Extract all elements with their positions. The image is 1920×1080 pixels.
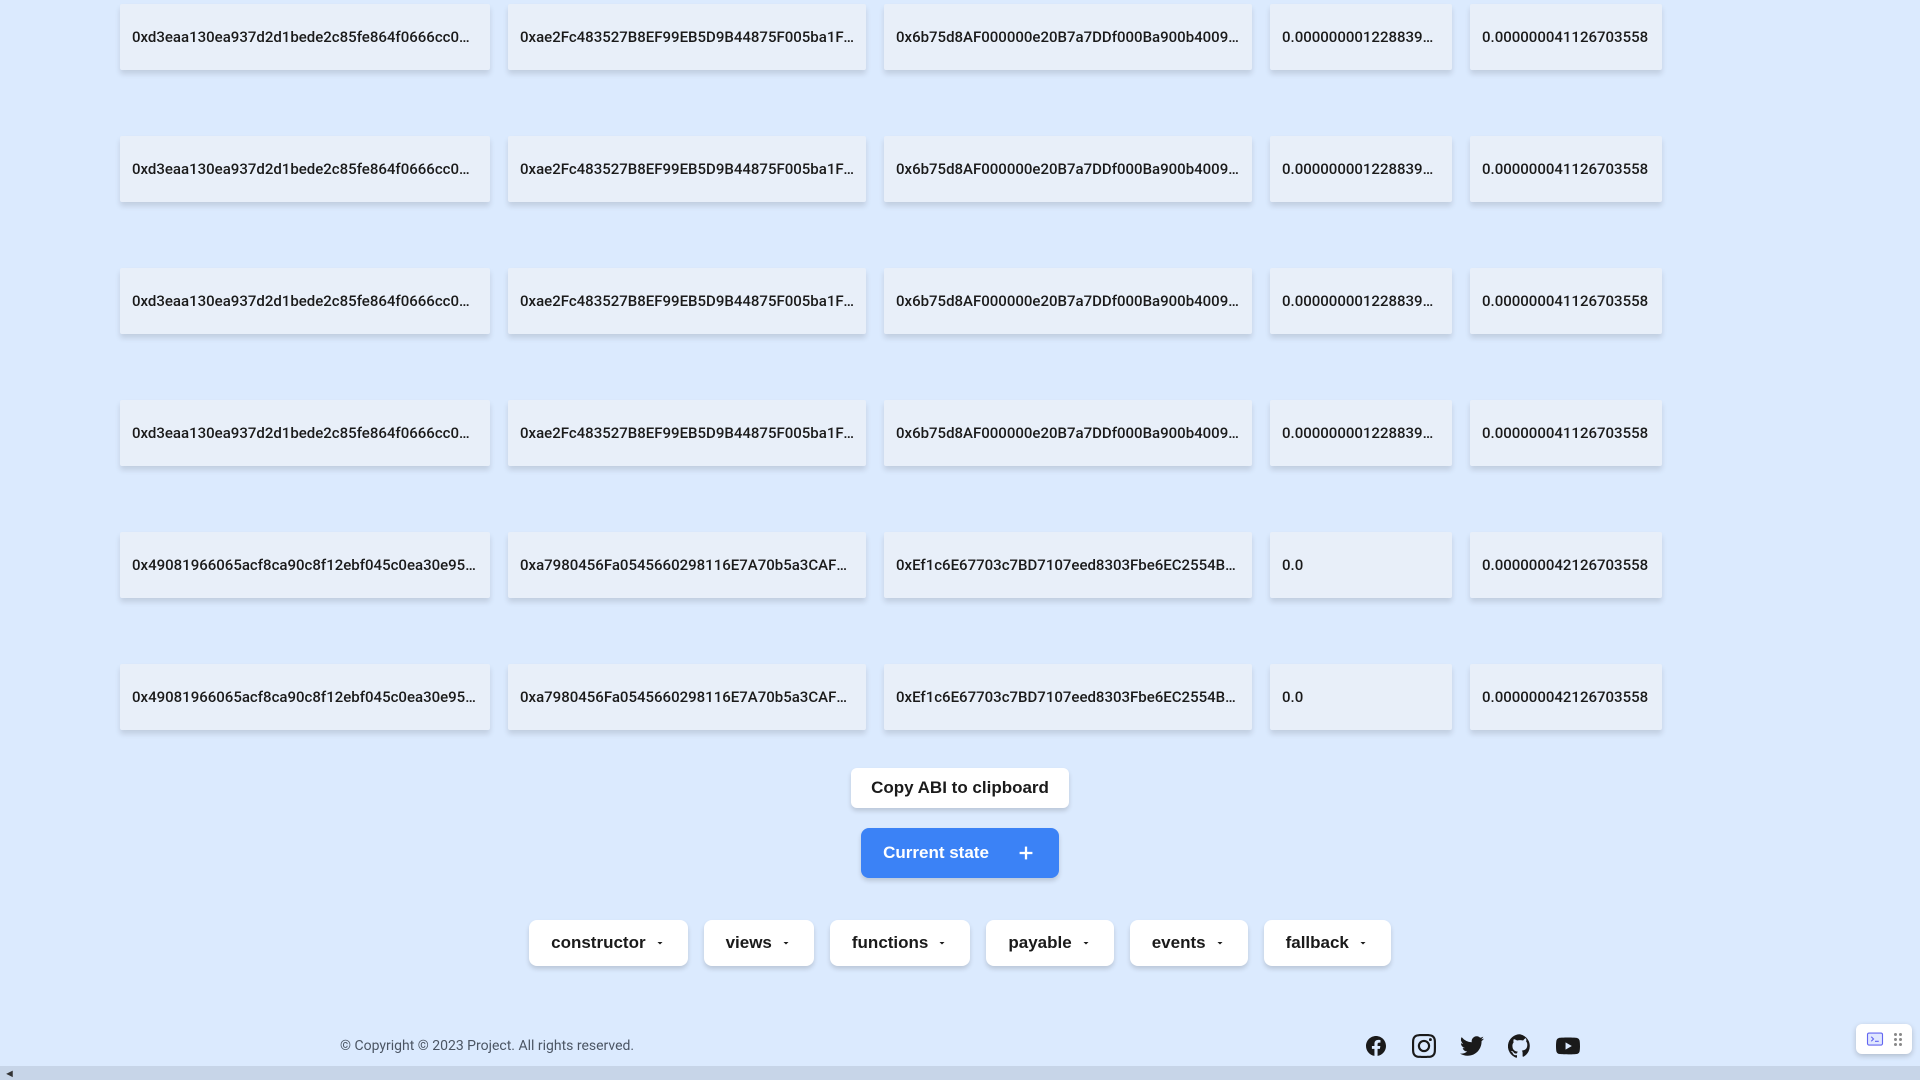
table-row: 0x49081966065acf8ca90c8f12ebf045c0ea30e9… xyxy=(120,664,1800,730)
back-arrow-icon[interactable]: ◄ xyxy=(4,1067,15,1080)
value-cell: 0.000000001228839257 xyxy=(1270,4,1452,70)
dev-toolbar-widget[interactable] xyxy=(1856,1024,1912,1054)
tx-hash-cell[interactable]: 0xd3eaa130ea937d2d1bede2c85fe864f0666cc0… xyxy=(120,400,490,466)
chevron-down-icon xyxy=(654,937,666,949)
drag-handle-icon[interactable] xyxy=(1894,1033,1902,1046)
gas-cell: 0.000000041126703558 xyxy=(1470,400,1662,466)
value-cell: 0.000000001228839257 xyxy=(1270,400,1452,466)
social-icons xyxy=(1364,1034,1580,1058)
category-label: views xyxy=(726,933,772,953)
current-state-button[interactable]: Current state xyxy=(861,828,1059,878)
category-fallback[interactable]: fallback xyxy=(1264,920,1391,966)
tx-hash-cell[interactable]: 0xd3eaa130ea937d2d1bede2c85fe864f0666cc0… xyxy=(120,268,490,334)
from-address-cell[interactable]: 0xae2Fc483527B8EF99EB5D9B44875F005ba1FaE… xyxy=(508,268,866,334)
value-cell: 0.0 xyxy=(1270,664,1452,730)
chevron-down-icon xyxy=(936,937,948,949)
chevron-down-icon xyxy=(1214,937,1226,949)
chevron-down-icon xyxy=(780,937,792,949)
category-events[interactable]: events xyxy=(1130,920,1248,966)
from-address-cell[interactable]: 0xa7980456Fa0545660298116E7A70b5a3CAFBc4… xyxy=(508,532,866,598)
transactions-table: 0xd3eaa130ea937d2d1bede2c85fe864f0666cc0… xyxy=(120,4,1800,730)
to-address-cell[interactable]: 0x6b75d8AF000000e20B7a7DDf000Ba900b4009A… xyxy=(884,400,1252,466)
github-icon[interactable] xyxy=(1508,1034,1532,1058)
tx-hash-cell[interactable]: 0x49081966065acf8ca90c8f12ebf045c0ea30e9… xyxy=(120,532,490,598)
gas-cell: 0.000000041126703558 xyxy=(1470,4,1662,70)
gas-cell: 0.000000041126703558 xyxy=(1470,136,1662,202)
table-row: 0xd3eaa130ea937d2d1bede2c85fe864f0666cc0… xyxy=(120,400,1800,466)
category-payable[interactable]: payable xyxy=(986,920,1113,966)
category-label: events xyxy=(1152,933,1206,953)
to-address-cell[interactable]: 0xEf1c6E67703c7BD7107eed8303Fbe6EC2554BF… xyxy=(884,664,1252,730)
to-address-cell[interactable]: 0x6b75d8AF000000e20B7a7DDf000Ba900b4009A… xyxy=(884,4,1252,70)
table-row: 0x49081966065acf8ca90c8f12ebf045c0ea30e9… xyxy=(120,532,1800,598)
value-cell: 0.0 xyxy=(1270,532,1452,598)
gas-cell: 0.000000042126703558 xyxy=(1470,532,1662,598)
gas-cell: 0.000000042126703558 xyxy=(1470,664,1662,730)
facebook-icon[interactable] xyxy=(1364,1034,1388,1058)
copy-abi-button[interactable]: Copy ABI to clipboard xyxy=(851,768,1069,808)
from-address-cell[interactable]: 0xae2Fc483527B8EF99EB5D9B44875F005ba1FaE… xyxy=(508,4,866,70)
from-address-cell[interactable]: 0xae2Fc483527B8EF99EB5D9B44875F005ba1FaE… xyxy=(508,136,866,202)
to-address-cell[interactable]: 0x6b75d8AF000000e20B7a7DDf000Ba900b4009A… xyxy=(884,268,1252,334)
tx-hash-cell[interactable]: 0xd3eaa130ea937d2d1bede2c85fe864f0666cc0… xyxy=(120,4,490,70)
category-label: functions xyxy=(852,933,929,953)
to-address-cell[interactable]: 0x6b75d8AF000000e20B7a7DDf000Ba900b4009A… xyxy=(884,136,1252,202)
from-address-cell[interactable]: 0xa7980456Fa0545660298116E7A70b5a3CAFBc4… xyxy=(508,664,866,730)
value-cell: 0.000000001228839257 xyxy=(1270,136,1452,202)
category-label: payable xyxy=(1008,933,1071,953)
tx-hash-cell[interactable]: 0xd3eaa130ea937d2d1bede2c85fe864f0666cc0… xyxy=(120,136,490,202)
category-label: fallback xyxy=(1286,933,1349,953)
instagram-icon[interactable] xyxy=(1412,1034,1436,1058)
footer: © Copyright © 2023 Project. All rights r… xyxy=(0,1034,1920,1058)
category-views[interactable]: views xyxy=(704,920,814,966)
chevron-down-icon xyxy=(1357,937,1369,949)
table-row: 0xd3eaa130ea937d2d1bede2c85fe864f0666cc0… xyxy=(120,268,1800,334)
tx-hash-cell[interactable]: 0x49081966065acf8ca90c8f12ebf045c0ea30e9… xyxy=(120,664,490,730)
table-row: 0xd3eaa130ea937d2d1bede2c85fe864f0666cc0… xyxy=(120,136,1800,202)
from-address-cell[interactable]: 0xae2Fc483527B8EF99EB5D9B44875F005ba1FaE… xyxy=(508,400,866,466)
to-address-cell[interactable]: 0xEf1c6E67703c7BD7107eed8303Fbe6EC2554BF… xyxy=(884,532,1252,598)
value-cell: 0.000000001228839257 xyxy=(1270,268,1452,334)
terminal-icon xyxy=(1866,1030,1884,1048)
category-label: constructor xyxy=(551,933,645,953)
category-functions[interactable]: functions xyxy=(830,920,971,966)
chevron-down-icon xyxy=(1080,937,1092,949)
category-row: constructor views functions payable xyxy=(529,920,1391,966)
twitter-icon[interactable] xyxy=(1460,1034,1484,1058)
copyright-text: © Copyright © 2023 Project. All rights r… xyxy=(340,1038,634,1054)
category-constructor[interactable]: constructor xyxy=(529,920,687,966)
table-row: 0xd3eaa130ea937d2d1bede2c85fe864f0666cc0… xyxy=(120,4,1800,70)
bottom-nav-bar: ◄ xyxy=(0,1066,1920,1080)
gas-cell: 0.000000041126703558 xyxy=(1470,268,1662,334)
youtube-icon[interactable] xyxy=(1556,1034,1580,1058)
current-state-label: Current state xyxy=(883,843,989,863)
plus-icon xyxy=(1015,842,1037,864)
